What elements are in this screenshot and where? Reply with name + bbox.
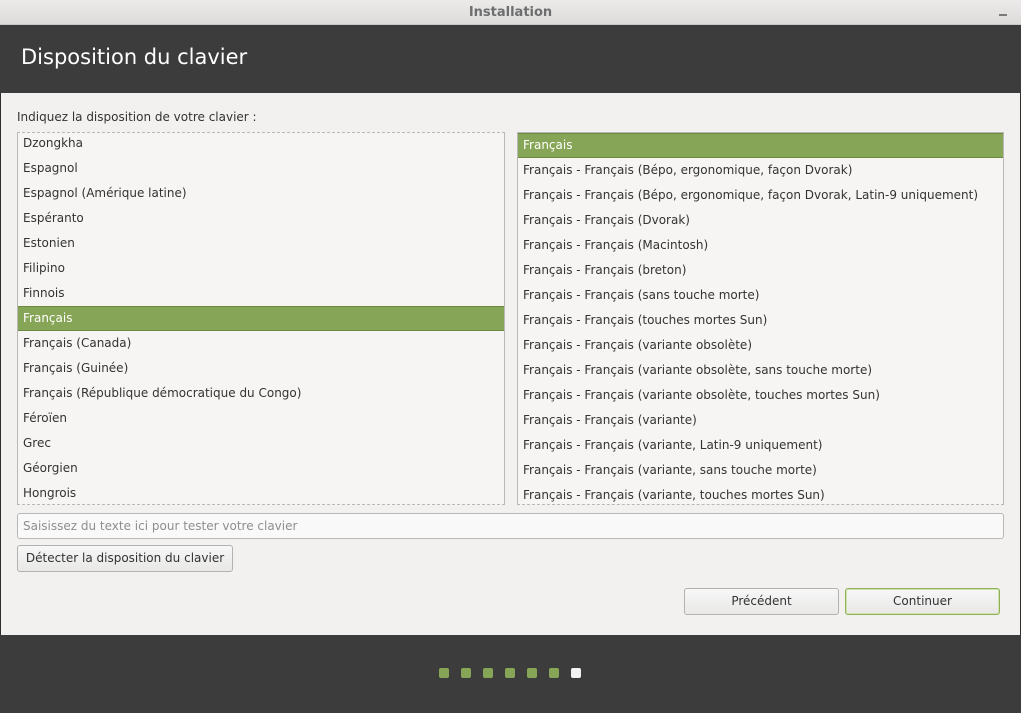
layout-list-item[interactable]: Espagnol (Amérique latine) [18,181,504,206]
progress-dot [549,668,559,678]
progress-footer [0,635,1021,713]
layout-list-item[interactable]: Français (Guinée) [18,356,504,381]
variant-list-item[interactable]: Français - Français (variante obsolète) [518,333,1003,358]
variant-list-item[interactable]: Français - Français (Bépo, ergonomique, … [518,183,1003,208]
layout-list-item[interactable]: Finnois [18,281,504,306]
variant-list-item[interactable]: Français - Français (variante, sans touc… [518,458,1003,483]
progress-dot [527,668,537,678]
variant-list-item[interactable]: Français - Français (Bépo, ergonomique, … [518,158,1003,183]
layout-list-item[interactable]: Filipino [18,256,504,281]
progress-dot [483,668,493,678]
progress-dot [461,668,471,678]
progress-dot-current [571,668,581,678]
layout-list-item[interactable]: Féroïen [18,406,504,431]
variant-list-item[interactable]: Français - Français (variante) [518,408,1003,433]
layout-list-item[interactable]: Français [18,306,504,331]
layout-list-item[interactable]: Espéranto [18,206,504,231]
variant-list-item[interactable]: Français - Français (Macintosh) [518,233,1003,258]
variant-list-item[interactable]: Français - Français (variante obsolète, … [518,358,1003,383]
variant-list-item[interactable]: Français - Français (variante, touches m… [518,483,1003,504]
keyboard-variant-list[interactable]: Français Français - Français (Bépo, ergon… [517,132,1004,505]
keyboard-test-input[interactable] [17,513,1004,539]
minimize-icon[interactable] [997,6,1009,18]
window-title: Installation [468,5,553,20]
continue-button[interactable]: Continuer [845,588,1000,615]
layout-list-item[interactable]: Français (République démocratique du Con… [18,381,504,406]
previous-button[interactable]: Précédent [684,588,839,615]
variant-list-item[interactable]: Français - Français (Dvorak) [518,208,1003,233]
progress-dot [505,668,515,678]
layout-list-item[interactable]: Géorgien [18,456,504,481]
layout-list-item[interactable]: Français (Canada) [18,331,504,356]
progress-dots [439,668,581,678]
variant-list-item[interactable]: Français - Français (variante obsolète, … [518,383,1003,408]
window-titlebar: Installation [0,0,1021,25]
variant-list-item[interactable]: Français - Français (touches mortes Sun) [518,308,1003,333]
progress-dot [439,668,449,678]
page-header: Disposition du clavier [0,25,1021,93]
variant-list-item[interactable]: Français - Français (sans touche morte) [518,283,1003,308]
layout-prompt-label: Indiquez la disposition de votre clavier… [17,110,257,124]
layout-list-item[interactable]: Dzongkha [18,133,504,156]
layout-list-item[interactable]: Espagnol [18,156,504,181]
page-title: Disposition du clavier [21,45,248,69]
variant-list-item[interactable]: Français - Français (variante, Latin-9 u… [518,433,1003,458]
layout-list-item[interactable]: Hongrois [18,481,504,504]
layout-list-item[interactable]: Grec [18,431,504,456]
layout-list-item[interactable]: Estonien [18,231,504,256]
detect-layout-button[interactable]: Détecter la disposition du clavier [17,545,233,572]
variant-list-item[interactable]: Français [518,133,1003,158]
keyboard-layout-list[interactable]: Dzongkha Espagnol Espagnol (Amérique latin… [17,132,505,505]
variant-list-item[interactable]: Français - Français (breton) [518,258,1003,283]
